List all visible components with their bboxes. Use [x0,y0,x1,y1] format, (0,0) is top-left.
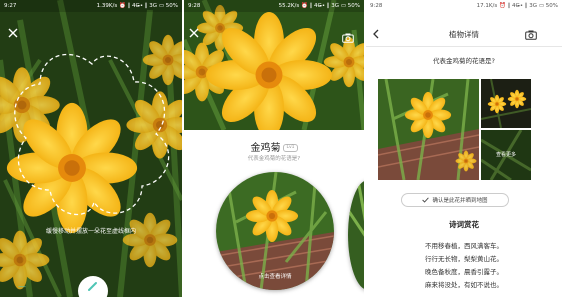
status-indicators: 55.2K/s ⏰ ∥ 4G̶• ∥ 3G ▭ 50% [278,3,360,9]
flower-language-question: 代表金鸡菊的花语是? [247,156,301,162]
header-divider [366,46,562,47]
status-time: 9:27 [4,3,17,9]
gallery-main-photo[interactable] [378,79,479,180]
flower-language-question: 代表金鸡菊的花语是? [433,57,495,65]
screen-identify-result: 9:28 55.2K/s ⏰ ∥ 4G̶• ∥ 3G ▭ 50% 金鸡菊 Lv1 … [184,0,364,297]
plant-name: 金鸡菊 [250,143,281,154]
plant-detail-card[interactable]: 点击查看详情 [216,172,334,290]
status-time: 9:28 [370,3,383,9]
poem-line: 麻来将没处，有如不说也。 [425,281,503,289]
check-icon [422,197,430,203]
result-photo [184,0,364,130]
gallery-thumb-1-image [481,79,531,128]
confirm-map-button[interactable]: 确认是此花并晒到地图 [401,193,509,207]
gallery-view-more[interactable]: 查看更多 [481,130,531,180]
view-more-label: 查看更多 [495,152,516,158]
bottom-tab-left[interactable]: — [18,282,26,291]
camera-icon[interactable] [524,28,538,42]
gallery-thumb-1[interactable] [481,79,531,128]
next-card-peek[interactable] [348,180,364,290]
status-bar: 9:28 55.2K/s ⏰ ∥ 4G̶• ∥ 3G ▭ 50% [184,0,364,12]
gallery-main-image [378,79,479,180]
view-detail-caption: 点击查看详情 [258,274,292,280]
confirm-map-label: 确认是此花并晒到地图 [432,198,488,204]
status-bar: 9:28 17.1K/s ⏰ ∥ 4G̶• ∥ 3G ▭ 50% [366,0,562,12]
plant-name-row: 金鸡菊 Lv1 [184,139,364,154]
screen-camera-capture: 9:27 1.39K/s ⏰ ∥ 4G̶• ∥ 3G ▭ 50% 缓慢移动并摆放… [0,0,182,297]
poem-line: 行行无长物，梨梨黄山花。 [425,255,503,263]
status-indicators: 17.1K/s ⏰ ∥ 4G̶• ∥ 3G ▭ 50% [476,3,558,9]
next-card-photo [348,180,364,290]
status-indicators: 1.39K/s ⏰ ∥ 4G̶• ∥ 3G ▭ 50% [96,3,178,9]
capture-hint: 缓慢移动并摆放一朵花至虚线框内 [45,228,136,235]
status-bar: 9:27 1.39K/s ⏰ ∥ 4G̶• ∥ 3G ▭ 50% [0,0,182,12]
poem-line: 晚色备秋度，晨香引露子。 [425,268,503,276]
close-icon[interactable] [187,26,201,40]
camera-icon[interactable] [341,31,355,45]
status-time: 9:28 [188,3,201,9]
screen-plant-detail: 9:28 17.1K/s ⏰ ∥ 4G̶• ∥ 3G ▭ 50% 植物详情 代表… [366,0,562,297]
plant-level-badge: Lv1 [283,144,298,152]
flower-frame-guide [14,53,170,216]
poem-line: 不用移春植，西风满客车。 [425,242,503,250]
poem-section-title: 诗词赏花 [449,220,479,229]
close-icon[interactable] [6,26,20,40]
pencil-icon [88,282,97,291]
